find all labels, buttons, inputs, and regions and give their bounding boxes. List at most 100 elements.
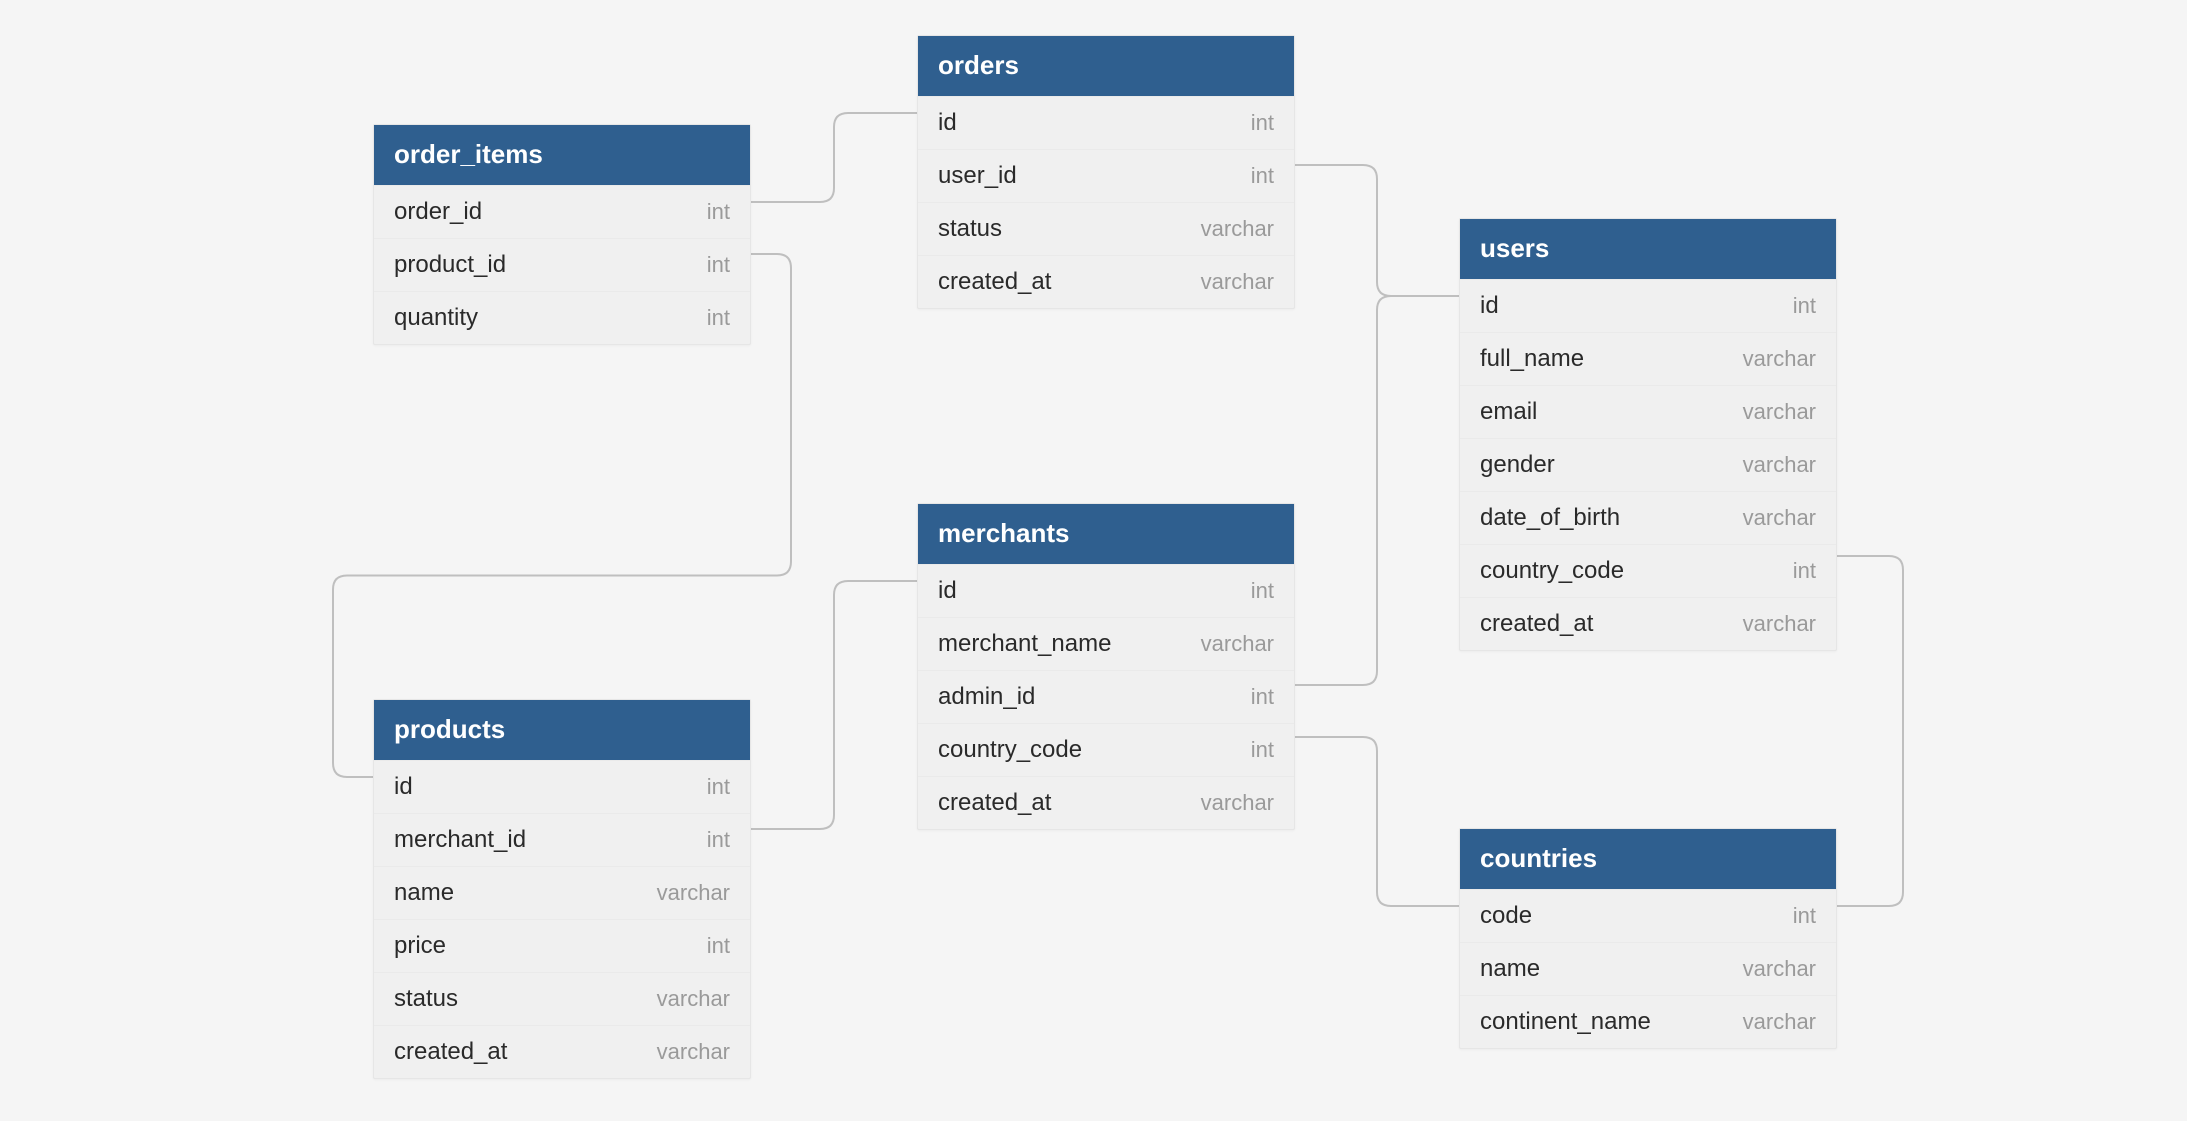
table-merchants[interactable]: merchantsidintmerchant_namevarcharadmin_… — [917, 503, 1295, 830]
table-products[interactable]: productsidintmerchant_idintnamevarcharpr… — [373, 699, 751, 1079]
column-name: product_id — [394, 253, 506, 277]
table-column-row[interactable]: id int — [918, 564, 1294, 617]
column-type: varchar — [657, 1041, 730, 1063]
column-name: gender — [1480, 453, 1555, 477]
relation-line — [1295, 165, 1459, 296]
column-name: name — [394, 881, 454, 905]
table-column-row[interactable]: idint — [1460, 279, 1836, 332]
table-header[interactable]: orders — [918, 36, 1294, 96]
table-column-row[interactable]: full_namevarchar — [1460, 332, 1836, 385]
column-name: name — [1480, 957, 1540, 981]
table-column-row[interactable]: created_at varchar — [918, 776, 1294, 829]
column-name: id — [394, 775, 413, 799]
column-name: order_id — [394, 200, 482, 224]
column-type: varchar — [1201, 792, 1274, 814]
column-name: merchant_name — [938, 632, 1111, 656]
column-name: date_of_birth — [1480, 506, 1620, 530]
table-column-row[interactable]: product_id int — [374, 238, 750, 291]
column-name: created_at — [938, 791, 1051, 815]
relation-line — [1295, 296, 1459, 685]
column-type: varchar — [1201, 633, 1274, 655]
column-name: id — [938, 579, 957, 603]
column-name: continent_name — [1480, 1010, 1651, 1034]
column-name: user_id — [938, 164, 1017, 188]
column-type: int — [1251, 165, 1274, 187]
relation-line — [1837, 556, 1903, 906]
table-column-row[interactable]: status varchar — [374, 972, 750, 1025]
table-column-row[interactable]: name varchar — [1460, 942, 1836, 995]
column-name: code — [1480, 904, 1532, 928]
column-type: int — [1793, 905, 1816, 927]
column-name: price — [394, 934, 446, 958]
table-header[interactable]: countries — [1460, 829, 1836, 889]
column-name: id — [1480, 294, 1499, 318]
column-name: created_at — [394, 1040, 507, 1064]
column-type: int — [1251, 739, 1274, 761]
column-name: country_code — [1480, 559, 1624, 583]
column-type: varchar — [1201, 271, 1274, 293]
table-column-row[interactable]: email varchar — [1460, 385, 1836, 438]
table-header[interactable]: order_items — [374, 125, 750, 185]
table-column-row[interactable]: quantity int — [374, 291, 750, 344]
column-type: int — [1793, 560, 1816, 582]
table-column-row[interactable]: code int — [1460, 889, 1836, 942]
table-column-row[interactable]: id int — [918, 96, 1294, 149]
table-header[interactable]: products — [374, 700, 750, 760]
column-name: quantity — [394, 306, 478, 330]
column-type: varchar — [1743, 348, 1816, 370]
table-column-row[interactable]: price int — [374, 919, 750, 972]
column-name: created_at — [1480, 612, 1593, 636]
table-header[interactable]: merchants — [918, 504, 1294, 564]
column-type: varchar — [1743, 958, 1816, 980]
column-type: int — [1251, 686, 1274, 708]
column-type: int — [707, 307, 730, 329]
table-column-row[interactable]: created_at varchar — [1460, 597, 1836, 650]
column-type: int — [707, 254, 730, 276]
table-column-row[interactable]: date_of_birth varchar — [1460, 491, 1836, 544]
column-type: varchar — [1743, 613, 1816, 635]
relation-line — [751, 581, 917, 829]
table-column-row[interactable]: admin_id int — [918, 670, 1294, 723]
table-column-row[interactable]: created_at varchar — [374, 1025, 750, 1078]
column-type: varchar — [1743, 454, 1816, 476]
column-type: varchar — [1743, 401, 1816, 423]
column-type: int — [707, 201, 730, 223]
table-orders[interactable]: ordersidintuser_idintstatusvarcharcreate… — [917, 35, 1295, 309]
column-type: varchar — [657, 882, 730, 904]
column-type: int — [707, 935, 730, 957]
column-type: varchar — [1743, 1011, 1816, 1033]
column-name: country_code — [938, 738, 1082, 762]
column-name: created_at — [938, 270, 1051, 294]
column-name: merchant_id — [394, 828, 526, 852]
table-countries[interactable]: countriescodeintnamevarcharcontinent_nam… — [1459, 828, 1837, 1049]
column-type: varchar — [1743, 507, 1816, 529]
column-type: int — [707, 776, 730, 798]
table-column-row[interactable]: continent_name varchar — [1460, 995, 1836, 1048]
relation-line — [751, 113, 917, 202]
table-column-row[interactable]: merchant_idint — [374, 813, 750, 866]
column-type: varchar — [1201, 218, 1274, 240]
table-order_items[interactable]: order_itemsorder_idintproduct_idintquant… — [373, 124, 751, 345]
er-diagram-canvas[interactable]: order_itemsorder_idintproduct_idintquant… — [0, 0, 2187, 1121]
column-name: email — [1480, 400, 1537, 424]
table-column-row[interactable]: status varchar — [918, 202, 1294, 255]
relation-line — [1295, 737, 1459, 906]
column-name: admin_id — [938, 685, 1035, 709]
table-column-row[interactable]: merchant_name varchar — [918, 617, 1294, 670]
table-header[interactable]: users — [1460, 219, 1836, 279]
column-name: status — [938, 217, 1002, 241]
table-column-row[interactable]: created_at varchar — [918, 255, 1294, 308]
table-column-row[interactable]: name varchar — [374, 866, 750, 919]
column-type: int — [1251, 580, 1274, 602]
column-type: varchar — [657, 988, 730, 1010]
table-users[interactable]: usersidintfull_namevarcharemailvarcharge… — [1459, 218, 1837, 651]
column-name: status — [394, 987, 458, 1011]
table-column-row[interactable]: country_code int — [1460, 544, 1836, 597]
table-column-row[interactable]: user_id int — [918, 149, 1294, 202]
table-column-row[interactable]: id int — [374, 760, 750, 813]
table-column-row[interactable]: country_code int — [918, 723, 1294, 776]
table-column-row[interactable]: gender varchar — [1460, 438, 1836, 491]
table-column-row[interactable]: order_id int — [374, 185, 750, 238]
column-name: id — [938, 111, 957, 135]
column-type: int — [1251, 112, 1274, 134]
